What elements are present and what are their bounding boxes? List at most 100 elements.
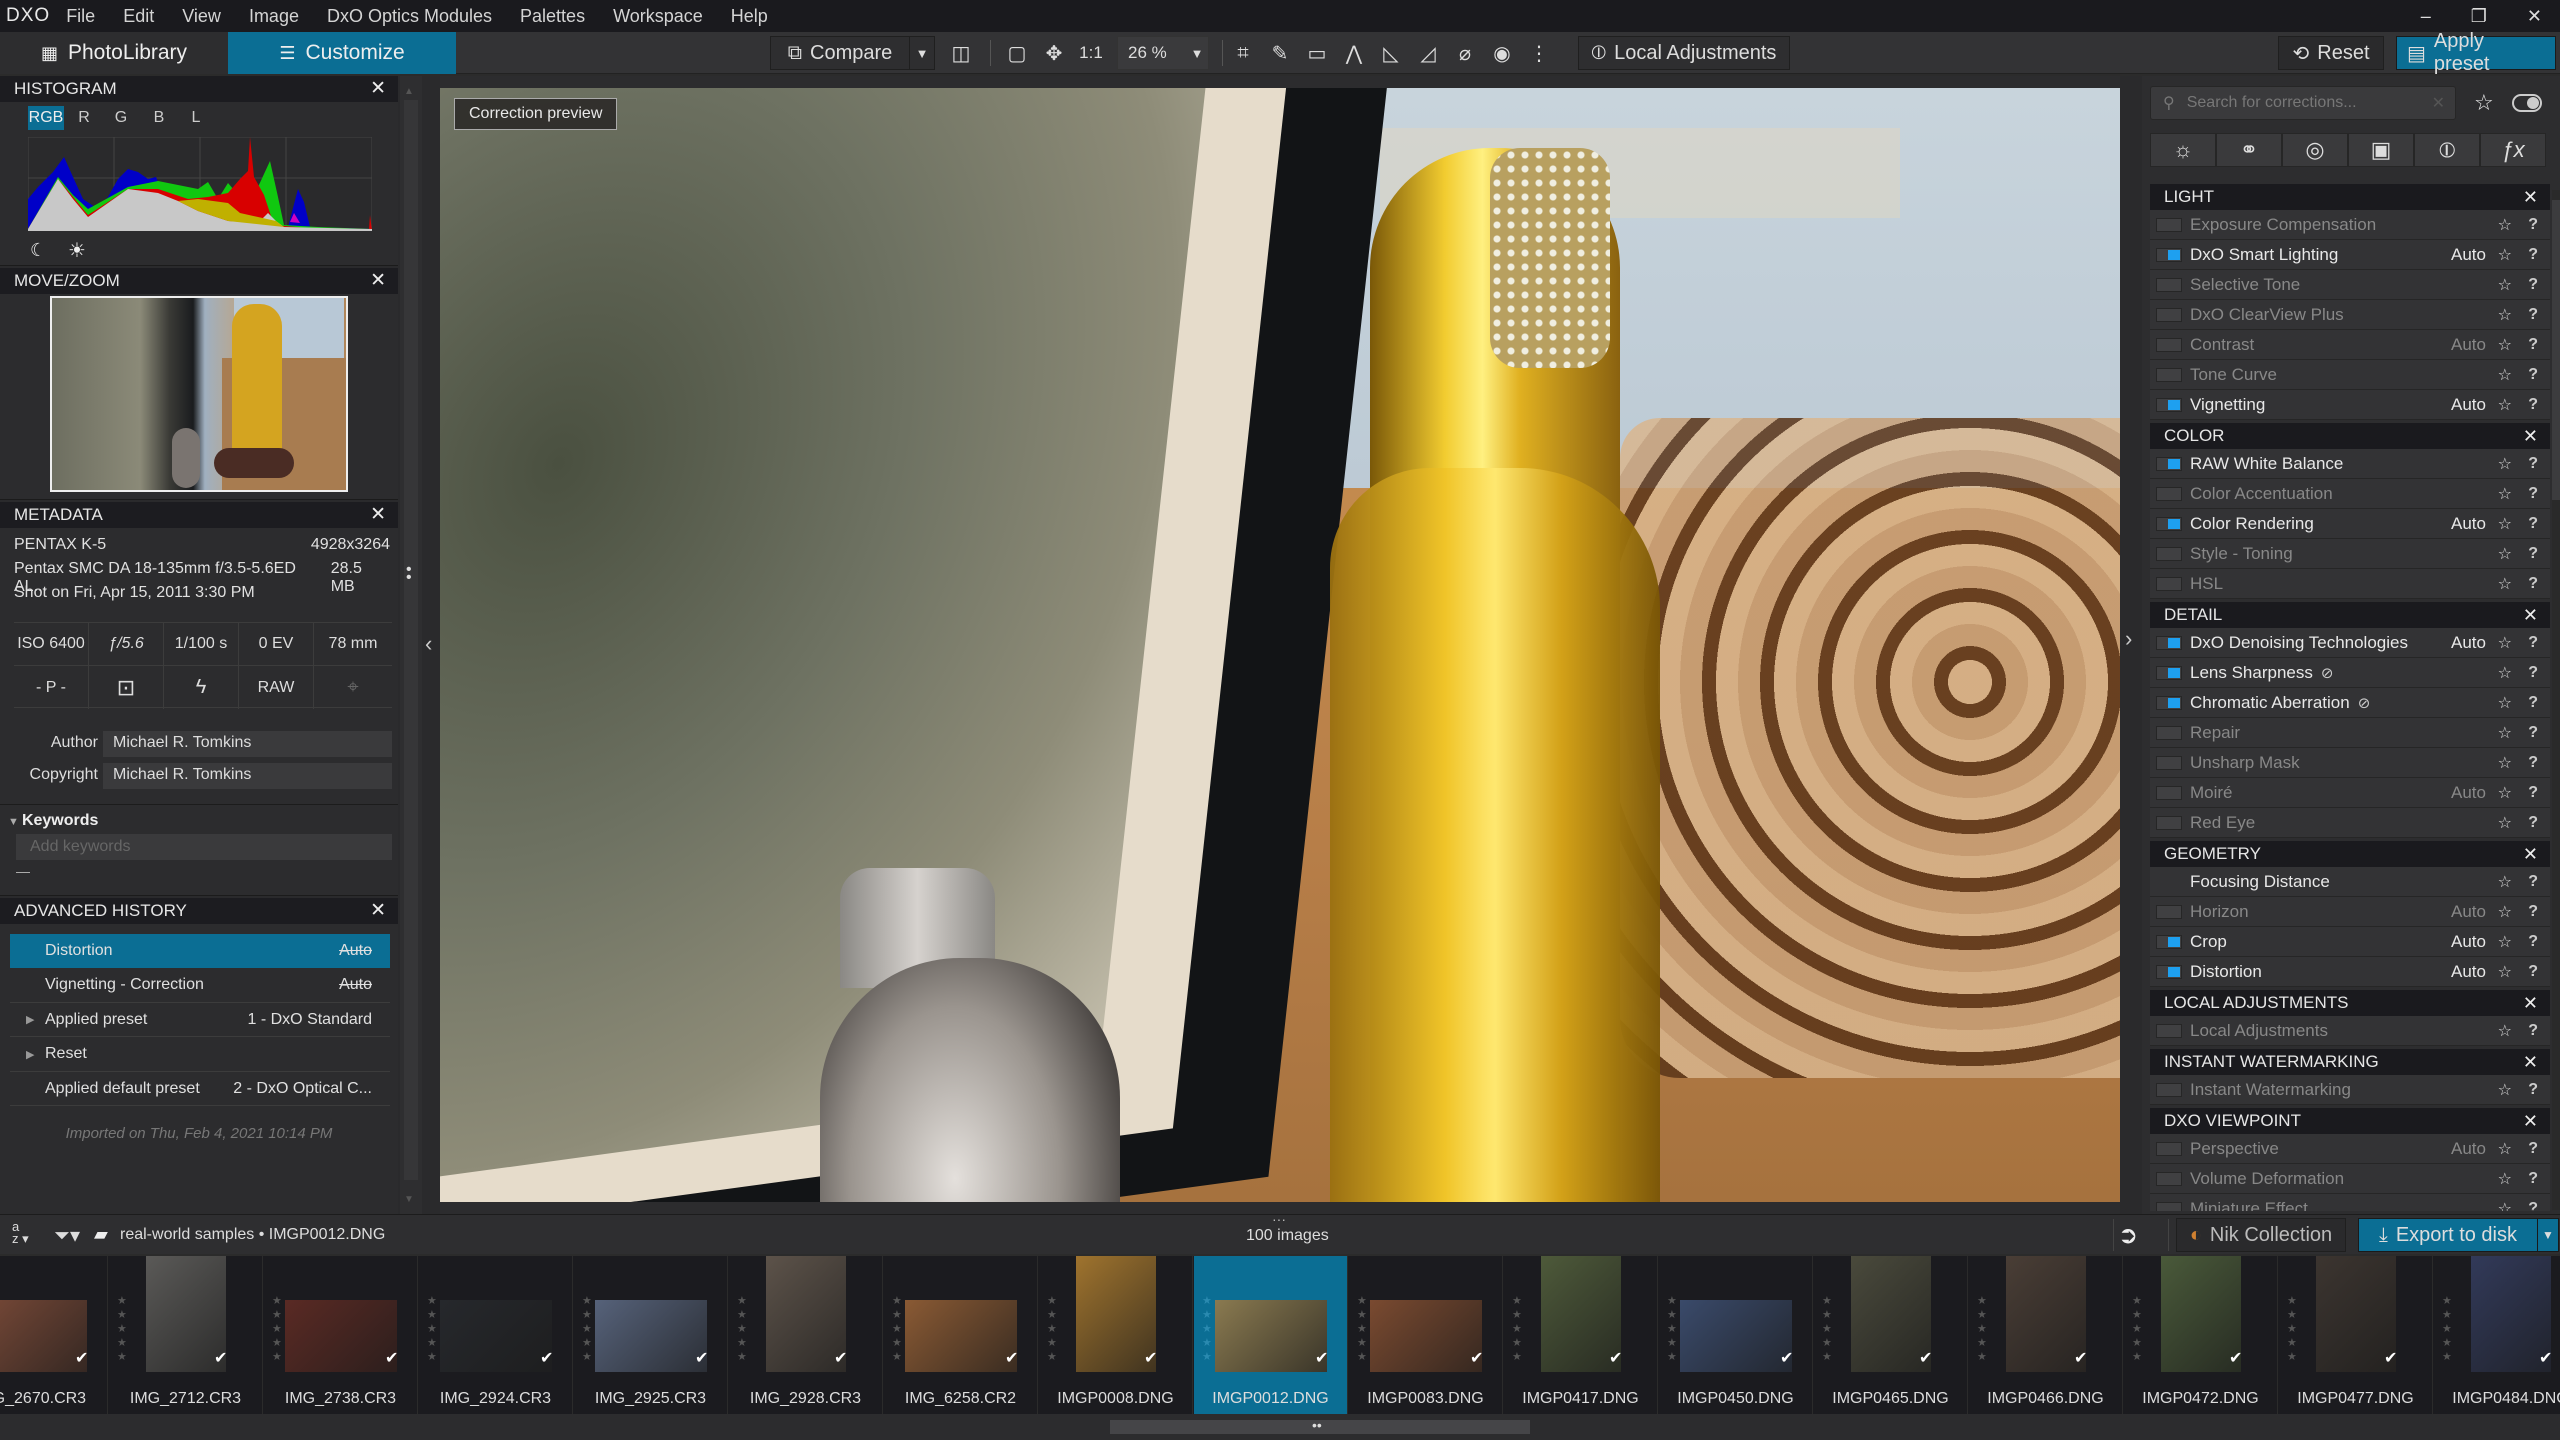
- correction-item[interactable]: Repair ☆?: [2150, 718, 2550, 748]
- correction-toggle[interactable]: [2156, 666, 2182, 680]
- correction-toggle[interactable]: [2156, 786, 2182, 800]
- rating-stars[interactable]: ★ ★ ★ ★ ★: [2132, 1294, 2142, 1364]
- correction-toggle[interactable]: [2156, 278, 2182, 292]
- favorite-star-icon[interactable]: ☆: [2498, 1169, 2512, 1189]
- help-icon[interactable]: ?: [2528, 306, 2538, 324]
- correction-toggle[interactable]: [2156, 398, 2182, 412]
- correction-item[interactable]: Style - Toning ☆?: [2150, 539, 2550, 569]
- close-icon[interactable]: ✕: [2523, 426, 2538, 447]
- hist-tab-rgb[interactable]: RGB: [28, 106, 64, 130]
- filmstrip-thumbnail[interactable]: ★ ★ ★ ★ ★ ✔ IMG_2928.CR3: [729, 1256, 883, 1414]
- perspective-rect-icon[interactable]: ◺: [1374, 36, 1408, 70]
- section-header-local-adjustments[interactable]: LOCAL ADJUSTMENTS ✕: [2150, 990, 2550, 1016]
- correction-toggle[interactable]: [2156, 487, 2182, 501]
- favorite-star-icon[interactable]: ☆: [2498, 813, 2512, 833]
- correction-item[interactable]: Moiré Auto ☆?: [2150, 778, 2550, 808]
- history-item[interactable]: Vignetting - Correction Auto: [10, 969, 390, 1003]
- help-icon[interactable]: ?: [2528, 455, 2538, 473]
- correction-toggle[interactable]: [2156, 1083, 2182, 1097]
- menu-workspace[interactable]: Workspace: [613, 6, 703, 27]
- expand-arrow-icon[interactable]: ▶: [26, 1013, 34, 1026]
- correction-toggle[interactable]: [2156, 935, 2182, 949]
- shadows-clipping-icon[interactable]: ☾: [30, 240, 46, 261]
- close-icon[interactable]: ✕: [2527, 6, 2542, 27]
- breadcrumb-folder[interactable]: real-world samples: [120, 1226, 254, 1243]
- filmstrip-thumbnail[interactable]: ★ ★ ★ ★ ★ ✔ IMGP0450.DNG: [1659, 1256, 1813, 1414]
- miniature-icon[interactable]: ⋮: [1522, 36, 1556, 70]
- favorite-star-icon[interactable]: ☆: [2498, 633, 2512, 653]
- restore-icon[interactable]: ❐: [2471, 6, 2487, 27]
- filmstrip-thumbnail[interactable]: ★ ★ ★ ★ ★ ✔ IMG_2925.CR3: [574, 1256, 728, 1414]
- favorite-star-icon[interactable]: ☆: [2498, 275, 2512, 295]
- correction-toggle[interactable]: [2156, 1202, 2182, 1211]
- correction-item[interactable]: Horizon Auto ☆?: [2150, 897, 2550, 927]
- correction-item[interactable]: HSL ☆?: [2150, 569, 2550, 599]
- help-icon[interactable]: ?: [2528, 694, 2538, 712]
- rating-stars[interactable]: ★ ★ ★ ★ ★: [2287, 1294, 2297, 1364]
- rating-stars[interactable]: ★ ★ ★ ★ ★: [2442, 1294, 2452, 1364]
- correction-toggle[interactable]: [2156, 368, 2182, 382]
- help-icon[interactable]: ?: [2528, 1081, 2538, 1099]
- history-item[interactable]: ▶ Applied preset 1 - DxO Standard: [10, 1003, 390, 1037]
- filmstrip-thumbnail[interactable]: ★ ★ ★ ★ ★ ✔ IMGP0484.DNG: [2434, 1256, 2560, 1414]
- scroll-thumb[interactable]: [404, 100, 418, 1180]
- filmstrip-thumbnail[interactable]: ★ ★ ★ ★ ★ ✔ IMG_2738.CR3: [264, 1256, 418, 1414]
- correction-toggle[interactable]: [2156, 905, 2182, 919]
- right-panel-scrollbar[interactable]: [2552, 190, 2560, 1210]
- keywords-toggle[interactable]: ▼ Keywords: [8, 812, 98, 830]
- collapse-right-panel[interactable]: ›: [2120, 76, 2142, 1214]
- section-header-light[interactable]: LIGHT ✕: [2150, 184, 2550, 210]
- scroll-up-icon[interactable]: ▲: [404, 86, 414, 97]
- favorite-star-icon[interactable]: ☆: [2498, 215, 2512, 235]
- hist-tab-b[interactable]: B: [141, 106, 177, 130]
- filter-icon[interactable]: ⏷▾: [54, 1223, 80, 1248]
- filmstrip-thumbnail[interactable]: ★ ★ ★ ★ ★ ✔ IMGP0012.DNG: [1194, 1256, 1348, 1414]
- menu-optics-modules[interactable]: DxO Optics Modules: [327, 6, 492, 27]
- copyright-field[interactable]: Michael R. Tomkins: [103, 763, 392, 789]
- favorite-star-icon[interactable]: ☆: [2498, 962, 2512, 982]
- rating-stars[interactable]: ★ ★ ★ ★ ★: [1202, 1294, 1212, 1364]
- help-icon[interactable]: ?: [2528, 634, 2538, 652]
- correction-item[interactable]: Chromatic Aberration ⊘ ☆?: [2150, 688, 2550, 718]
- filmstrip-scrollbar[interactable]: ••: [0, 1414, 2560, 1440]
- correction-toggle[interactable]: [2156, 965, 2182, 979]
- perspective-icon[interactable]: ⋀: [1337, 36, 1371, 70]
- filmstrip-thumbnail[interactable]: ★ ★ ★ ★ ★ ✔ IMGP0083.DNG: [1349, 1256, 1503, 1414]
- filmstrip-thumbnail[interactable]: ★ ★ ★ ★ ★ ✔ IMGP0472.DNG: [2124, 1256, 2278, 1414]
- palette-tab-geometry[interactable]: ▣: [2348, 133, 2414, 167]
- red-eye-icon[interactable]: ◉: [1485, 36, 1519, 70]
- close-icon[interactable]: ✕: [370, 503, 386, 526]
- favorite-star-icon[interactable]: ☆: [2498, 1139, 2512, 1159]
- close-icon[interactable]: ✕: [2523, 187, 2538, 208]
- section-header-dxo-viewpoint[interactable]: DXO VIEWPOINT ✕: [2150, 1108, 2550, 1134]
- help-icon[interactable]: ?: [2528, 933, 2538, 951]
- menu-view[interactable]: View: [182, 6, 221, 27]
- palette-tab-local[interactable]: ⦶: [2414, 133, 2480, 167]
- correction-toggle[interactable]: [2156, 816, 2182, 830]
- close-icon[interactable]: ✕: [2523, 844, 2538, 865]
- favorite-star-icon[interactable]: ☆: [2498, 753, 2512, 773]
- rating-stars[interactable]: ★ ★ ★ ★ ★: [1047, 1294, 1057, 1364]
- author-field[interactable]: Michael R. Tomkins: [103, 731, 392, 757]
- rating-stars[interactable]: ★ ★ ★ ★ ★: [737, 1294, 747, 1364]
- palette-tab-light[interactable]: ☼: [2150, 133, 2216, 167]
- correction-item[interactable]: Red Eye ☆?: [2150, 808, 2550, 838]
- help-icon[interactable]: ?: [2528, 1140, 2538, 1158]
- correction-item[interactable]: Lens Sharpness ⊘ ☆?: [2150, 658, 2550, 688]
- menu-image[interactable]: Image: [249, 6, 299, 27]
- tab-photolibrary[interactable]: ▦ PhotoLibrary: [0, 32, 228, 74]
- horizon-icon[interactable]: ▭: [1300, 36, 1334, 70]
- section-header-detail[interactable]: DETAIL ✕: [2150, 602, 2550, 628]
- favorite-star-icon[interactable]: ☆: [2498, 335, 2512, 355]
- main-photo[interactable]: Correction preview: [440, 88, 2120, 1202]
- keywords-input[interactable]: Add keywords: [16, 834, 392, 860]
- sort-icon[interactable]: az ▾: [12, 1220, 29, 1245]
- filmstrip-thumbnail[interactable]: ★ ★ ★ ★ ★ ✔ IMGP0466.DNG: [1969, 1256, 2123, 1414]
- hist-tab-l[interactable]: L: [178, 106, 214, 130]
- favorite-star-icon[interactable]: ☆: [2498, 693, 2512, 713]
- help-icon[interactable]: ?: [2528, 1022, 2538, 1040]
- compare-button[interactable]: ⧉ Compare: [770, 36, 910, 70]
- pan-icon[interactable]: ✥: [1037, 36, 1071, 70]
- palette-tab-color[interactable]: ⚭: [2216, 133, 2282, 167]
- correction-item[interactable]: Exposure Compensation ☆?: [2150, 210, 2550, 240]
